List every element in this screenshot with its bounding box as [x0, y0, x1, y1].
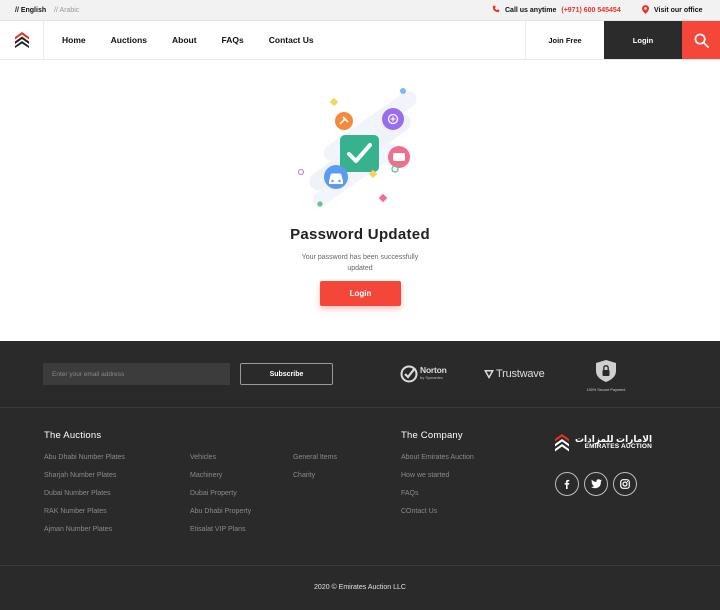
trustwave-badge: Trustwave: [484, 368, 545, 380]
secure-payment-badge: 100% Secure Payment: [582, 360, 630, 392]
facebook-icon: [564, 479, 570, 489]
chevron-stack-logo-icon: [555, 434, 569, 452]
visit-office-link[interactable]: Visit our office: [642, 5, 703, 16]
header-login-button[interactable]: Login: [604, 21, 682, 59]
brand-arabic-name: الامارات للمزادات: [575, 434, 653, 444]
company-heading: The Company: [401, 430, 463, 441]
main-nav: Home Auctions About FAQs Contact Us: [62, 21, 339, 59]
footer-link-charity[interactable]: Charity: [293, 472, 315, 479]
trustwave-icon: [484, 369, 494, 379]
footer-brand-logo[interactable]: الامارات للمزادات EMIRATES AUCTION: [555, 434, 652, 452]
nav-home[interactable]: Home: [62, 35, 86, 45]
twitter-icon: [590, 479, 602, 489]
location-pin-icon: [642, 5, 649, 16]
footer-link-contact-us[interactable]: COntact Us: [401, 508, 437, 515]
nav-contact-us[interactable]: Contact Us: [269, 35, 314, 45]
nav-auctions[interactable]: Auctions: [111, 35, 147, 45]
shield-lock-icon: [596, 360, 616, 382]
login-button[interactable]: Login: [320, 281, 401, 306]
nav-faqs[interactable]: FAQs: [222, 35, 244, 45]
phone-icon: [492, 5, 500, 15]
language-english-link[interactable]: // English: [15, 7, 46, 14]
footer-link-vehicles[interactable]: Vehicles: [190, 454, 216, 461]
copyright-bar: 2020 © Emirates Auction LLC: [0, 565, 720, 610]
site-logo[interactable]: [0, 21, 44, 59]
footer-link-dubai-property[interactable]: Dubai Property: [190, 490, 237, 497]
footer-link-about[interactable]: About Emirates Auction: [401, 454, 474, 461]
footer-link-etisalat-vip[interactable]: Etisalat VIP Plans: [190, 526, 246, 533]
page-title: Password Updated: [290, 226, 430, 243]
language-arabic-link[interactable]: // Arabic: [54, 7, 79, 14]
footer-link-how-we-started[interactable]: How we started: [401, 472, 449, 479]
call-info[interactable]: Call us anytime (+971) 600 545454: [492, 5, 621, 15]
footer-link-machinery[interactable]: Machinery: [190, 472, 222, 479]
twitter-button[interactable]: [584, 472, 608, 496]
auctions-heading: The Auctions: [44, 430, 102, 441]
footer-link-abu-dhabi-plates[interactable]: Abu Dhabi Number Plates: [44, 454, 125, 461]
chevron-stack-logo-icon: [14, 32, 29, 48]
search-button[interactable]: [682, 21, 720, 59]
trustwave-label: Trustwave: [496, 368, 545, 380]
call-number[interactable]: (+971) 600 545454: [561, 7, 620, 14]
norton-sub-label: by Symantec: [420, 375, 444, 380]
footer-link-abu-dhabi-property[interactable]: Abu Dhabi Property: [190, 508, 251, 515]
footer-link-faqs[interactable]: FAQs: [401, 490, 419, 497]
site-footer: Enter your email address Subscribe Norto…: [0, 341, 720, 610]
footer-link-sharjah-plates[interactable]: Sharjah Number Plates: [44, 472, 116, 479]
footer-link-ajman-plates[interactable]: Ajman Number Plates: [44, 526, 112, 533]
call-label: Call us anytime: [505, 6, 557, 14]
email-input[interactable]: Enter your email address: [43, 363, 230, 385]
brand-english-name: EMIRATES AUCTION: [584, 443, 653, 450]
secure-payment-label: 100% Secure Payment: [586, 388, 626, 392]
join-free-button[interactable]: Join Free: [525, 21, 604, 59]
facebook-button[interactable]: [555, 472, 579, 496]
password-success-illustration: [295, 83, 425, 213]
norton-label: Norton: [420, 365, 447, 375]
footer-link-general-items[interactable]: General Items: [293, 454, 337, 461]
norton-check-icon: [400, 365, 418, 383]
footer-link-rak-plates[interactable]: RAK Number Plates: [44, 508, 107, 515]
instagram-icon: [620, 479, 630, 489]
nav-about[interactable]: About: [172, 35, 197, 45]
copyright-text: 2020 © Emirates Auction LLC: [314, 584, 406, 591]
main-header: Home Auctions About FAQs Contact Us Join…: [0, 21, 720, 60]
success-message: Your password has been successfully upda…: [301, 254, 419, 272]
search-icon: [694, 33, 709, 48]
footer-link-dubai-plates[interactable]: Dubai Number Plates: [44, 490, 111, 497]
newsletter-bar: Enter your email address Subscribe Norto…: [0, 341, 720, 408]
norton-badge: Norton by Symantec: [400, 365, 447, 383]
top-bar: // English // Arabic Call us anytime (+9…: [0, 0, 720, 21]
subscribe-button[interactable]: Subscribe: [240, 363, 333, 385]
visit-label: Visit our office: [654, 7, 703, 14]
instagram-button[interactable]: [613, 472, 637, 496]
